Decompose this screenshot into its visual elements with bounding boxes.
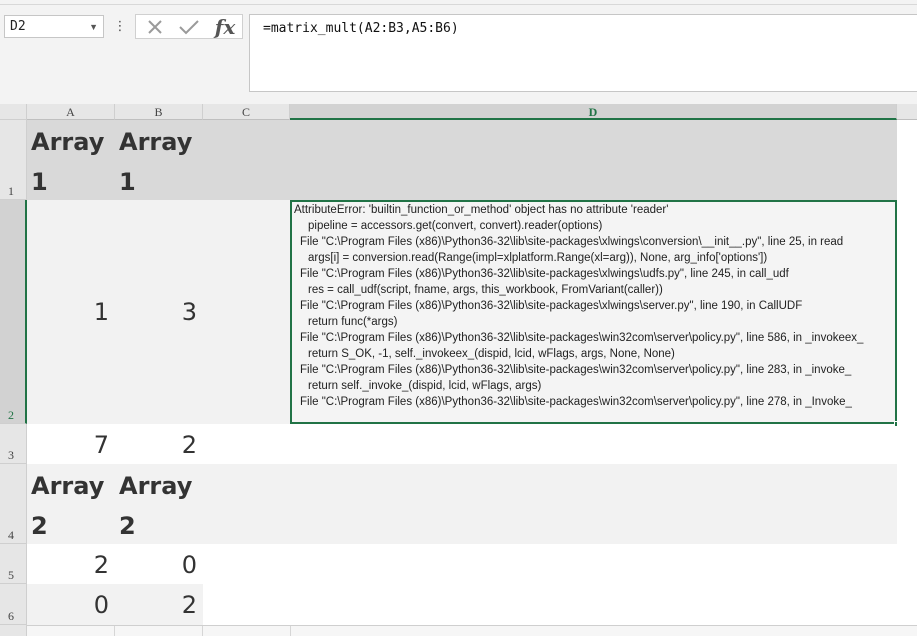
column-header-c[interactable]: C	[203, 104, 290, 120]
select-all-corner[interactable]	[0, 104, 27, 120]
cell-a2[interactable]: 1	[27, 298, 115, 328]
formula-text: =matrix_mult(A2:B3,A5:B6)	[263, 21, 459, 36]
cell-b3[interactable]: 2	[115, 431, 203, 461]
cell-b2[interactable]: 3	[115, 298, 203, 328]
error-line: res = call_udf(script, fname, args, this…	[308, 284, 663, 296]
divider	[0, 4, 917, 5]
error-line: return self._invoke_(dispid, lcid, wFlag…	[308, 380, 542, 392]
gridline	[202, 626, 203, 636]
cell-a1[interactable]: Array 1	[27, 122, 115, 200]
column-header-d[interactable]: D	[290, 104, 897, 120]
formula-buttons: fx	[135, 14, 243, 39]
column-header-b[interactable]: B	[115, 104, 203, 120]
error-line: File "C:\Program Files (x86)\Python36-32…	[300, 236, 844, 248]
check-icon[interactable]	[172, 15, 206, 38]
gridline	[290, 626, 291, 636]
cell-a4[interactable]: Array 2	[27, 466, 115, 544]
cell-b1[interactable]: Array 1	[115, 122, 203, 200]
row-header-3[interactable]: 3	[0, 424, 27, 464]
name-box[interactable]: D2 ▼	[4, 15, 104, 38]
formula-bar-area: D2 ▼ ⋮ fx =matrix_mult(A2:B3,A5:B6)	[0, 0, 917, 104]
row-header-5[interactable]: 5	[0, 544, 27, 584]
error-line: File "C:\Program Files (x86)\Python36-32…	[300, 332, 864, 344]
cell-b5[interactable]: 0	[115, 551, 203, 581]
error-line: File "C:\Program Files (x86)\Python36-32…	[300, 396, 852, 408]
cell-a6[interactable]: 0	[27, 591, 115, 621]
row-header-6[interactable]: 6	[0, 584, 27, 625]
cell-b6[interactable]: 2	[115, 591, 203, 621]
error-line: File "C:\Program Files (x86)\Python36-32…	[300, 364, 852, 376]
error-line: return func(*args)	[308, 316, 398, 328]
column-header-e[interactable]	[897, 104, 917, 120]
cell-d2-error-message[interactable]: AttributeError: 'builtin_function_or_met…	[290, 200, 897, 424]
error-line: AttributeError: 'builtin_function_or_met…	[294, 204, 669, 216]
formula-input[interactable]: =matrix_mult(A2:B3,A5:B6)	[249, 14, 917, 92]
error-line: File "C:\Program Files (x86)\Python36-32…	[300, 268, 789, 280]
row-header-7[interactable]	[0, 625, 27, 636]
row-header-1[interactable]: 1	[0, 120, 27, 200]
gridline	[114, 626, 115, 636]
x-icon[interactable]	[138, 15, 172, 38]
error-line: File "C:\Program Files (x86)\Python36-32…	[300, 300, 803, 312]
column-header-a[interactable]: A	[27, 104, 115, 120]
error-line: args[i] = conversion.read(Range(impl=xlp…	[308, 252, 768, 264]
grid-right-edge	[897, 120, 917, 625]
triangle-down-icon[interactable]: ▼	[89, 19, 98, 35]
error-line: pipeline = accessors.get(convert, conver…	[308, 220, 603, 232]
cell-b4[interactable]: Array 2	[115, 466, 203, 544]
error-line: return S_OK, -1, self._invokeex_(dispid,…	[308, 348, 675, 360]
insert-function-button[interactable]: fx	[208, 15, 242, 39]
name-box-value: D2	[10, 19, 26, 34]
cell-a5[interactable]: 2	[27, 551, 115, 581]
cell-a3[interactable]: 7	[27, 431, 115, 461]
row-header-4[interactable]: 4	[0, 464, 27, 544]
row-7-partial	[27, 625, 917, 636]
row-header-2[interactable]: 2	[0, 200, 27, 424]
vertical-dots-icon[interactable]: ⋮	[113, 15, 127, 38]
